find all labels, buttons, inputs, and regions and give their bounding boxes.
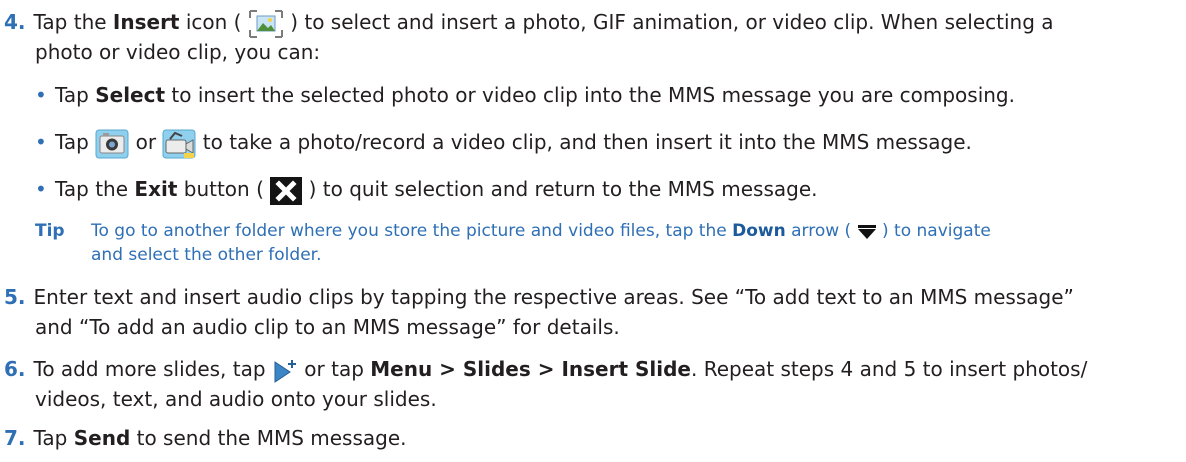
exit-x-icon <box>270 176 303 205</box>
video-camera-icon <box>162 129 196 159</box>
bullet-dot: • <box>35 177 47 201</box>
bullet-dot: • <box>35 83 47 107</box>
down-arrow-icon <box>857 223 877 239</box>
tip-line-1: Tip To go to another folder where you sto… <box>35 221 991 241</box>
bullet-select: • Tap Select to insert the selected photo… <box>35 83 1015 107</box>
camera-icon <box>95 129 129 159</box>
step-number: 4. <box>4 10 26 34</box>
step-6-line-2: videos, text, and audio onto your slides… <box>35 387 437 411</box>
step-number: 5. <box>4 285 26 309</box>
step-4-line-2: photo or video clip, you can: <box>35 40 321 64</box>
insert-picture-icon <box>248 9 284 39</box>
step-5-line-2: and “To add an audio clip to an MMS mess… <box>35 315 620 339</box>
bullet-dot: • <box>35 130 47 154</box>
tip-label: Tip <box>35 221 65 241</box>
bullet-capture: • Tap or to take a photo/record a video c… <box>35 128 972 159</box>
tip-line-2: and select the other folder. <box>91 245 322 265</box>
bullet-exit: • Tap the Exit button ( ) to quit selecti… <box>35 175 817 205</box>
step-4-line-1: 4. Tap the Insert icon ( ) to select and … <box>4 8 1054 39</box>
step-5-line-1: 5. Enter text and insert audio clips by t… <box>4 285 1074 309</box>
step-number: 7. <box>4 426 26 450</box>
insert-slide-icon <box>272 358 298 384</box>
step-6-line-1: 6. To add more slides, tap or tap Menu > … <box>4 355 1087 384</box>
step-number: 6. <box>4 357 26 381</box>
step-7-line-1: 7. Tap Send to send the MMS message. <box>4 426 407 450</box>
